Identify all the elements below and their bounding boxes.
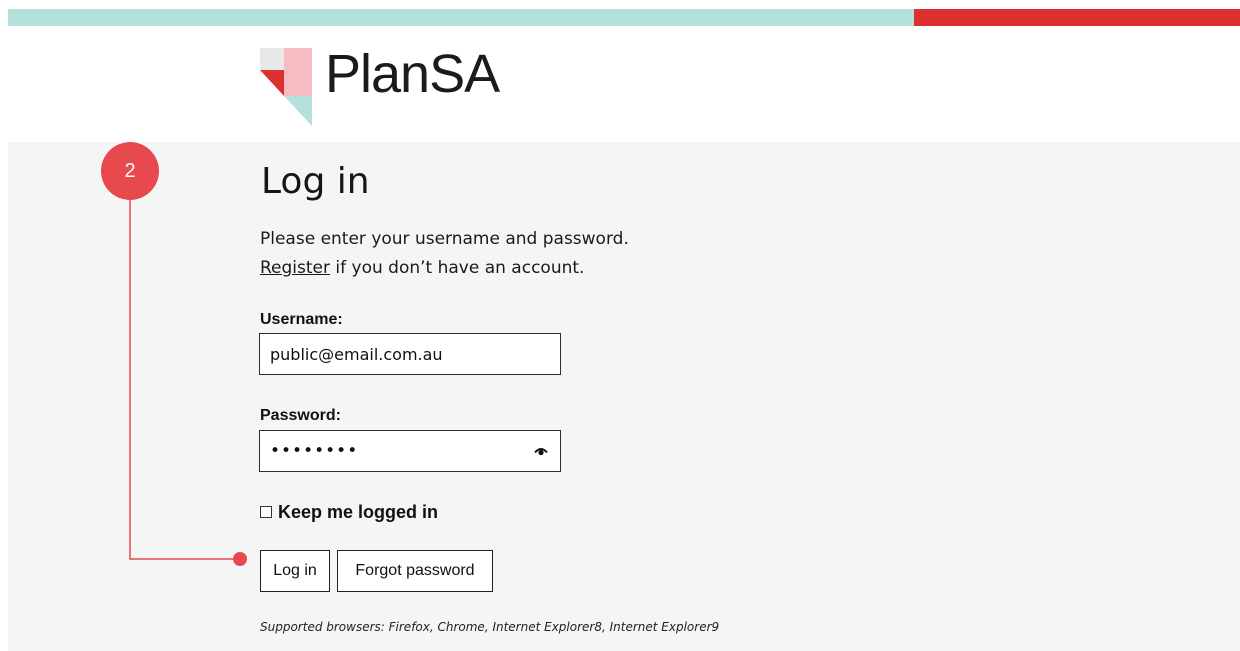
plansa-logo[interactable]: PlanSA (258, 44, 558, 129)
keep-logged-in-label[interactable]: Keep me logged in (278, 502, 438, 523)
keep-logged-in-checkbox[interactable] (260, 506, 272, 518)
logo-mark-icon (260, 48, 312, 126)
username-field[interactable] (260, 334, 560, 374)
page-title: Log in (261, 161, 370, 202)
username-label: Username: (260, 311, 343, 328)
eye-icon[interactable] (534, 446, 548, 456)
instructions-line: Please enter your username and password. (260, 229, 629, 249)
password-field-box (259, 430, 561, 472)
logo-wordmark: PlanSA (325, 44, 500, 104)
username-field-box (259, 333, 561, 375)
top-bar-red-segment (914, 9, 1240, 26)
keep-logged-in-row: Keep me logged in (260, 500, 438, 524)
login-panel (8, 142, 1240, 651)
login-instructions: Please enter your username and password.… (260, 225, 629, 283)
password-field[interactable] (260, 431, 560, 471)
register-line: Register if you don’t have an account. (260, 254, 629, 283)
top-bar-teal-segment (8, 9, 914, 26)
supported-browsers-note: Supported browsers: Firefox, Chrome, Int… (260, 620, 720, 634)
login-button[interactable]: Log in (260, 550, 330, 592)
register-link[interactable]: Register (260, 258, 330, 278)
password-label: Password: (260, 407, 341, 424)
forgot-password-button[interactable]: Forgot password (337, 550, 493, 592)
top-color-bar (8, 9, 1240, 26)
register-line-text: if you don’t have an account. (330, 258, 585, 278)
